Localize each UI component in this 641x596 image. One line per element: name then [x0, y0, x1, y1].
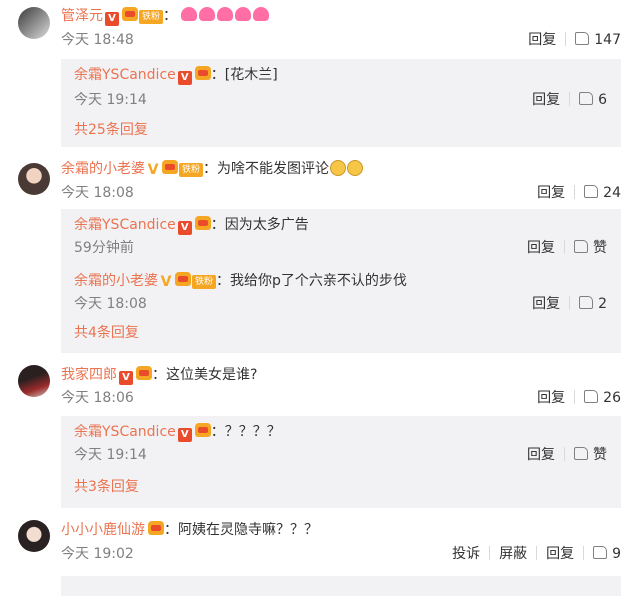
fan-badge: 铁粉 — [139, 10, 164, 24]
vip-v-icon: V — [160, 274, 172, 290]
comment-time: 今天 18:08 — [61, 185, 134, 201]
more-replies-link[interactable]: 共4条回复 — [61, 317, 621, 353]
comment-time: 今天 18:48 — [61, 32, 134, 48]
reply-time: 今天 19:14 — [74, 447, 147, 463]
reply-box: 余霜YSCandice V ：因为太多广告 59分钟前 回复赞 余霜的小老婆 V 铁粉：… — [61, 209, 621, 353]
reply-item: 余霜的小老婆 V 铁粉 ：我给你p了个六亲不认的步伐 今天 18:08 回复 2 — [74, 272, 607, 312]
reply-text: [花木兰] — [224, 67, 278, 83]
user-name[interactable]: 余霜的小老婆 — [61, 161, 145, 177]
reply-button[interactable]: 回复 — [528, 32, 556, 48]
comment-time: 今天 19:02 — [61, 546, 134, 562]
comment-text: 这位美女是谁? — [166, 367, 258, 383]
like-icon[interactable] — [574, 240, 588, 253]
like-icon[interactable] — [593, 546, 608, 559]
like-icon[interactable] — [579, 296, 594, 309]
reply-button[interactable]: 回复 — [532, 92, 560, 108]
reply-item: 余霜YSCandice V ：因为太多广告 59分钟前 回复赞 — [74, 216, 607, 256]
like-count[interactable]: 147 — [594, 32, 621, 48]
vip-v-icon: V — [147, 162, 159, 178]
user-name[interactable]: 管泽元 — [61, 8, 103, 24]
crown-icon — [194, 216, 211, 230]
reply-text: 因为太多广告 — [224, 217, 309, 233]
avatar[interactable] — [18, 163, 50, 195]
reply-button[interactable]: 回复 — [537, 185, 565, 201]
vip-v-icon: V — [119, 371, 133, 385]
emoji-icon — [330, 160, 347, 176]
fan-badge: 铁粉 — [192, 275, 217, 289]
comment-item: 余霜的小老婆 V 铁粉 ：为啥不能发图评论 今天 18:08 回复 24 — [0, 147, 641, 205]
like-icon[interactable] — [584, 390, 599, 403]
avatar[interactable] — [18, 7, 50, 39]
reply-item: 余霜YSCandice V ：[花木兰] 今天 19:14 回复 6 — [74, 66, 607, 108]
reply-button[interactable]: 回复 — [537, 390, 565, 406]
comment-item: 管泽元 V 铁粉： 今天 18:48 回复 147 — [0, 0, 641, 52]
crown-icon — [194, 423, 211, 437]
like-icon[interactable] — [584, 185, 599, 198]
comment-text: 阿姨在灵隐寺嘛？？？ — [178, 522, 318, 538]
user-name[interactable]: 小小小鹿仙游 — [61, 522, 145, 538]
comment-text: 为啥不能发图评论 — [217, 161, 330, 177]
reply-box: 余霜YSCandice V：？？？？ 今天 19:14 回复赞 共3条回复 — [61, 416, 621, 508]
like-label[interactable]: 赞 — [593, 240, 607, 256]
more-replies-link[interactable]: 共25条回复 — [61, 113, 621, 147]
user-name[interactable]: 余霜的小老婆 — [74, 273, 158, 289]
like-count[interactable]: 6 — [598, 92, 607, 108]
emoji-icon — [347, 160, 364, 176]
comment-item: 小小小鹿仙游 ：阿姨在灵隐寺嘛？？？ 今天 19:02 投诉 屏蔽 回复 9 — [0, 508, 641, 566]
crown-icon — [136, 366, 152, 380]
avatar[interactable] — [18, 520, 50, 552]
complain-button[interactable]: 投诉 — [452, 546, 480, 562]
reply-time: 59分钟前 — [74, 240, 134, 256]
reply-button[interactable]: 回复 — [527, 240, 555, 256]
like-count[interactable]: 9 — [612, 546, 621, 562]
heart-emoji-icon — [181, 7, 271, 24]
like-icon[interactable] — [575, 32, 590, 45]
vip-v-icon: V — [177, 221, 192, 235]
vip-v-icon: V — [105, 12, 119, 26]
like-icon[interactable] — [574, 447, 588, 460]
vip-v-icon: V — [177, 428, 192, 442]
crown-icon — [194, 66, 211, 80]
like-count[interactable]: 26 — [603, 390, 621, 406]
block-button[interactable]: 屏蔽 — [499, 546, 527, 562]
like-icon[interactable] — [579, 92, 594, 105]
user-name[interactable]: 我家四郎 — [61, 367, 117, 383]
crown-icon — [162, 160, 178, 174]
fan-badge: 铁粉 — [179, 163, 204, 177]
divider — [565, 32, 567, 46]
reply-box: 余霜YSCandice V ：[花木兰] 今天 19:14 回复 6 共25条回复 — [61, 59, 621, 147]
reply-button[interactable]: 回复 — [546, 546, 574, 562]
vip-v-icon: V — [177, 71, 192, 85]
avatar[interactable] — [18, 365, 50, 397]
comment-time: 今天 18:06 — [61, 390, 134, 406]
like-label[interactable]: 赞 — [593, 447, 607, 463]
reply-item: 余霜YSCandice V：？？？？ 今天 19:14 回复赞 — [74, 423, 607, 463]
like-count[interactable]: 2 — [598, 296, 607, 312]
reply-time: 今天 18:08 — [74, 296, 147, 312]
user-name[interactable]: 余霜YSCandice — [74, 67, 176, 83]
reply-time: 今天 19:14 — [74, 92, 147, 108]
crown-icon — [175, 272, 191, 286]
more-replies-link[interactable]: 共3条回复 — [61, 468, 621, 508]
crown-icon — [122, 7, 138, 21]
user-name[interactable]: 余霜YSCandice — [74, 424, 176, 440]
comment-item: 我家四郎 V ：这位美女是谁? 今天 18:06 回复 26 — [0, 353, 641, 411]
like-count[interactable]: 24 — [603, 185, 621, 201]
reply-text: ？？？？ — [224, 424, 281, 440]
crown-icon — [148, 521, 164, 535]
reply-button[interactable]: 回复 — [527, 447, 555, 463]
reply-text: 我给你p了个六亲不认的步伐 — [230, 273, 407, 289]
reply-box-partial — [61, 576, 621, 596]
reply-button[interactable]: 回复 — [532, 296, 560, 312]
user-name[interactable]: 余霜YSCandice — [74, 217, 176, 233]
